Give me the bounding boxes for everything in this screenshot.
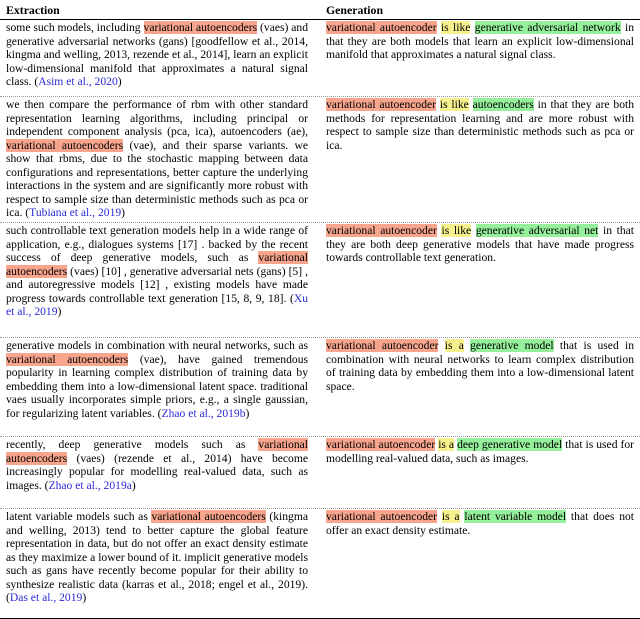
generation-cell: variational autoencoder is a generative … [320,338,640,436]
table-row: such controllable text generation models… [0,223,640,337]
generation-head-highlight: variational autoencoder [326,510,438,523]
table-row: latent variable models such as variation… [0,509,640,618]
generation-text: variational autoencoder is like autoenco… [326,98,634,152]
generation-tail-highlight: generative model [470,339,554,352]
column-header-generation: Generation [326,3,384,17]
generation-text: variational autoencoder is a generative … [326,339,634,393]
extraction-cell: generative models in combination with ne… [0,338,320,436]
extraction-citation-close: ) [131,478,136,492]
extraction-citation-close: ) [117,75,122,89]
generation-cell: variational autoencoder is like generati… [320,223,640,337]
extraction-text: some such models, including variational … [6,21,308,89]
generation-head-highlight: variational autoencoder [326,339,439,352]
extraction-cell: some such models, including variational … [0,20,320,96]
generation-relation-highlight: is like [441,224,472,237]
generation-text: variational autoencoder is like generati… [326,21,634,62]
generation-text: variational autoencoder is a deep genera… [326,438,634,465]
extraction-citation-link: Das et al., 2019 [9,591,83,605]
generation-relation-highlight: is a [438,438,455,451]
column-header-extraction: Extraction [6,3,60,17]
extraction-cell: such controllable text generation models… [0,223,320,337]
extraction-citation-link: Zhao et al., 2019b [161,406,246,420]
generation-tail-highlight: deep generative model [457,438,563,451]
extraction-prefix: latent variable models such as [6,510,152,523]
extraction-citation-link: Asim et al., 2020 [38,75,118,89]
table-header-row: Extraction Generation [0,0,640,19]
generation-relation-highlight: is like [439,98,469,111]
generation-relation-highlight: is a [444,339,464,352]
generation-tail-highlight: generative adversarial network [474,21,621,34]
extraction-entity-highlight: variational autoencoders [151,510,266,523]
generation-tail-highlight: autoencoders [472,98,534,111]
extraction-citation-close: ) [121,206,126,220]
generation-tail-highlight: generative adversarial net [475,224,599,237]
extraction-text: latent variable models such as variation… [6,510,308,605]
extraction-cell: we then compare the performance of rbm w… [0,97,320,222]
generation-head-highlight: variational autoencoder [326,438,436,451]
generation-cell: variational autoencoder is a latent vari… [320,509,640,618]
table-row: we then compare the performance of rbm w… [0,97,640,222]
extraction-citation-close: ) [245,406,250,420]
extraction-citation-link: Tubiana et al., 2019 [29,206,122,220]
table-row: some such models, including variational … [0,20,640,96]
generation-cell: variational autoencoder is like generati… [320,20,640,96]
generation-cell: variational autoencoder is a deep genera… [320,437,640,508]
generation-text: variational autoencoder is a latent vari… [326,510,634,537]
extraction-text: recently, deep generative models such as… [6,438,308,492]
extraction-entity-highlight: variational autoencoders [143,21,258,34]
generation-tail-highlight: latent variable model [464,510,567,523]
extraction-citation-close: ) [82,591,87,605]
extraction-suffix: (kingma and welling, 2013) tend to bette… [6,510,308,605]
extraction-prefix: we then compare the performance of rbm w… [6,98,308,139]
generation-head-highlight: variational autoencoder [326,98,437,111]
extraction-prefix: some such models, including [6,21,144,34]
extraction-entity-highlight: variational autoencoders [6,352,129,366]
extraction-entity-highlight: variational autoencoders [6,138,124,152]
extraction-cell: recently, deep generative models such as… [0,437,320,508]
extraction-text: generative models in combination with ne… [6,339,308,420]
extraction-generation-table: Extraction Generation some such models, … [0,0,640,619]
generation-text: variational autoencoder is like generati… [326,224,634,265]
generation-cell: variational autoencoder is like autoenco… [320,97,640,222]
generation-head-highlight: variational autoencoder [326,224,437,237]
extraction-text: we then compare the performance of rbm w… [6,98,308,220]
extraction-cell: latent variable models such as variation… [0,509,320,618]
generation-head-highlight: variational autoencoder [326,21,437,34]
extraction-prefix: generative models in combination with ne… [6,339,308,352]
extraction-citation-close: ) [57,305,62,319]
generation-relation-highlight: is a [441,510,460,523]
extraction-citation-link: Zhao et al., 2019a [48,478,132,492]
generation-relation-highlight: is like [440,21,471,34]
table-row: recently, deep generative models such as… [0,437,640,508]
extraction-prefix: recently, deep generative models such as [6,438,259,451]
table-row: generative models in combination with ne… [0,338,640,436]
extraction-text: such controllable text generation models… [6,224,308,319]
